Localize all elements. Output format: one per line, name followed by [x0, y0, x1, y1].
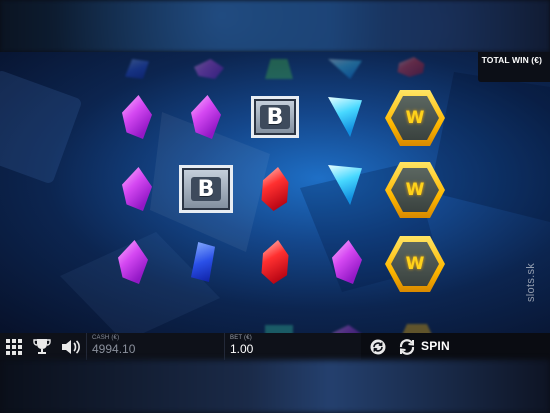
menu-grid-icon: [6, 338, 22, 355]
blurred-top-reel-strip: [0, 0, 550, 52]
bonus-frame: B: [179, 165, 233, 213]
wild-letter: W: [405, 108, 425, 128]
autoplay-icon: [369, 338, 387, 356]
reel-4-row-3-purple-gem: [322, 237, 372, 287]
slot-game-screen: B W B W W TOTAL WIN (€) slots.sk CASH (€…: [0, 0, 550, 413]
partial-symbol: [254, 310, 304, 333]
total-win-panel: TOTAL WIN (€): [478, 52, 550, 82]
wild-letter: W: [405, 254, 425, 274]
menu-button[interactable]: [0, 333, 28, 360]
reel-4-row-1-cyan-gem: [320, 92, 370, 142]
reel-3-row-2-red-gem: [250, 164, 300, 214]
reel-5-row-1-wild-symbol: W: [385, 88, 445, 148]
divider: [86, 333, 87, 360]
sound-button[interactable]: [57, 333, 85, 360]
bottom-toolbar: CASH (€) 4994.10 BET (€) 1.00 SPIN: [0, 333, 550, 360]
wild-letter: W: [405, 180, 425, 200]
spin-label[interactable]: SPIN: [421, 339, 450, 353]
reel-2-row-3-blue-gem: [178, 237, 228, 287]
total-win-label: TOTAL WIN (€): [481, 55, 542, 65]
background-facet: [0, 69, 83, 185]
trophy-button[interactable]: [28, 333, 56, 360]
partial-symbol: [386, 52, 436, 92]
partial-symbol: [184, 52, 234, 94]
partial-symbol: [254, 52, 304, 94]
bonus-letter: B: [191, 177, 221, 202]
reel-1-row-2-purple-gem: [112, 164, 162, 214]
cash-label: CASH (€): [92, 335, 120, 341]
bet-value: 1.00: [230, 342, 254, 356]
blurred-bottom-strip: [0, 360, 550, 413]
reel-3-row-1-bonus-symbol: B: [250, 92, 300, 142]
sound-icon: [61, 339, 81, 355]
bonus-letter: B: [260, 105, 290, 130]
watermark-text: slots.sk: [525, 262, 537, 302]
cash-display: CASH (€) 4994.10: [92, 335, 135, 356]
divider: [224, 333, 225, 360]
cash-value: 4994.10: [92, 342, 136, 356]
partial-symbol: [112, 52, 162, 94]
reel-4-row-2-cyan-gem: [320, 160, 370, 210]
reel-2-row-1-purple-gem: [181, 92, 231, 142]
spin-icon: [398, 338, 416, 356]
bonus-frame: B: [251, 96, 299, 138]
partial-symbol: [322, 310, 372, 333]
reel-3-row-3-red-gem: [250, 237, 300, 287]
bet-selector[interactable]: BET (€) 1.00: [230, 335, 253, 356]
trophy-icon: [33, 338, 51, 355]
partial-symbol: [392, 310, 442, 333]
reels-area: B W B W W TOTAL WIN (€) slots.sk: [0, 52, 550, 333]
reel-1-row-3-purple-gem: [108, 237, 158, 287]
reel-2-row-2-bonus-symbol: B: [178, 164, 234, 214]
spin-button[interactable]: [393, 333, 421, 360]
reel-5-row-2-wild-symbol: W: [385, 160, 445, 220]
reel-5-row-3-wild-symbol: W: [385, 234, 445, 294]
background-facet: [430, 72, 550, 222]
bet-label: BET (€): [230, 335, 252, 341]
autoplay-button[interactable]: [364, 333, 392, 360]
partial-symbol: [320, 52, 370, 94]
reel-1-row-1-purple-gem: [112, 92, 162, 142]
